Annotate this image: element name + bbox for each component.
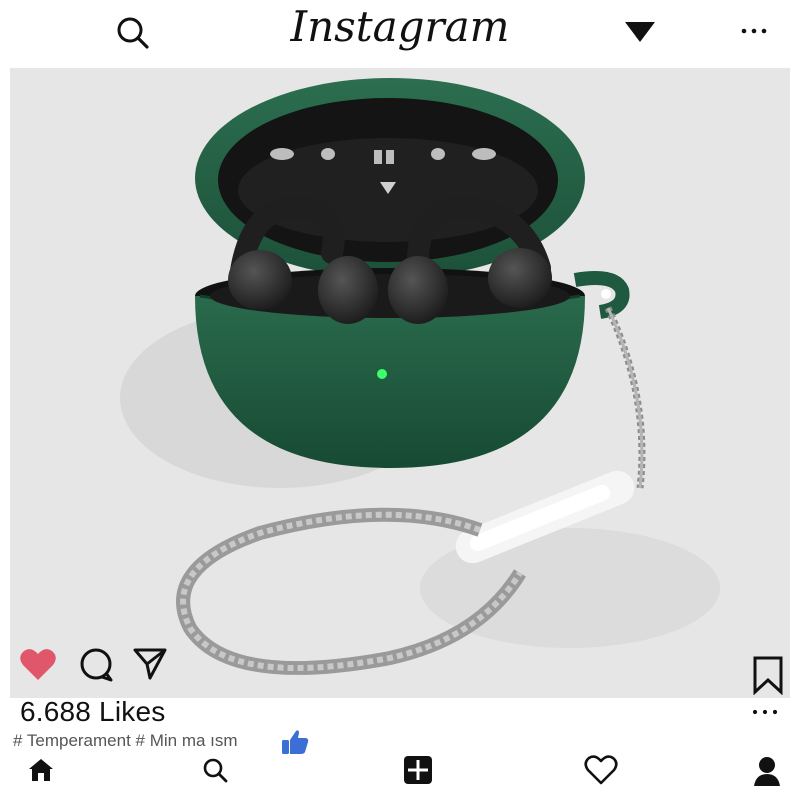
home-icon[interactable] [24,752,58,788]
heart-filled-icon[interactable] [18,644,58,684]
bookmark-icon[interactable] [748,654,788,696]
likes-count[interactable]: 6.688 Likes [20,696,165,728]
profile-icon[interactable] [750,752,784,790]
dropdown-triangle-icon[interactable] [620,14,660,48]
more-dots-icon[interactable] [734,16,774,46]
thumbs-up-icon [280,728,310,761]
brand-logo-text: Instagram [290,2,510,51]
activity-heart-icon[interactable] [582,752,620,788]
new-post-icon[interactable] [400,752,436,788]
top-bar: Instagram [0,0,800,66]
share-icon[interactable] [130,644,170,684]
post-image[interactable] [10,68,790,698]
instagram-post-screen: Instagram 6.688 Likes # Temperament # Mi… [0,0,800,800]
nav-search-icon[interactable] [198,752,232,788]
post-more-dots-icon[interactable] [750,703,780,721]
post-hashtags[interactable]: # Temperament # Min ma ısm [13,731,238,751]
comment-icon[interactable] [76,645,116,685]
